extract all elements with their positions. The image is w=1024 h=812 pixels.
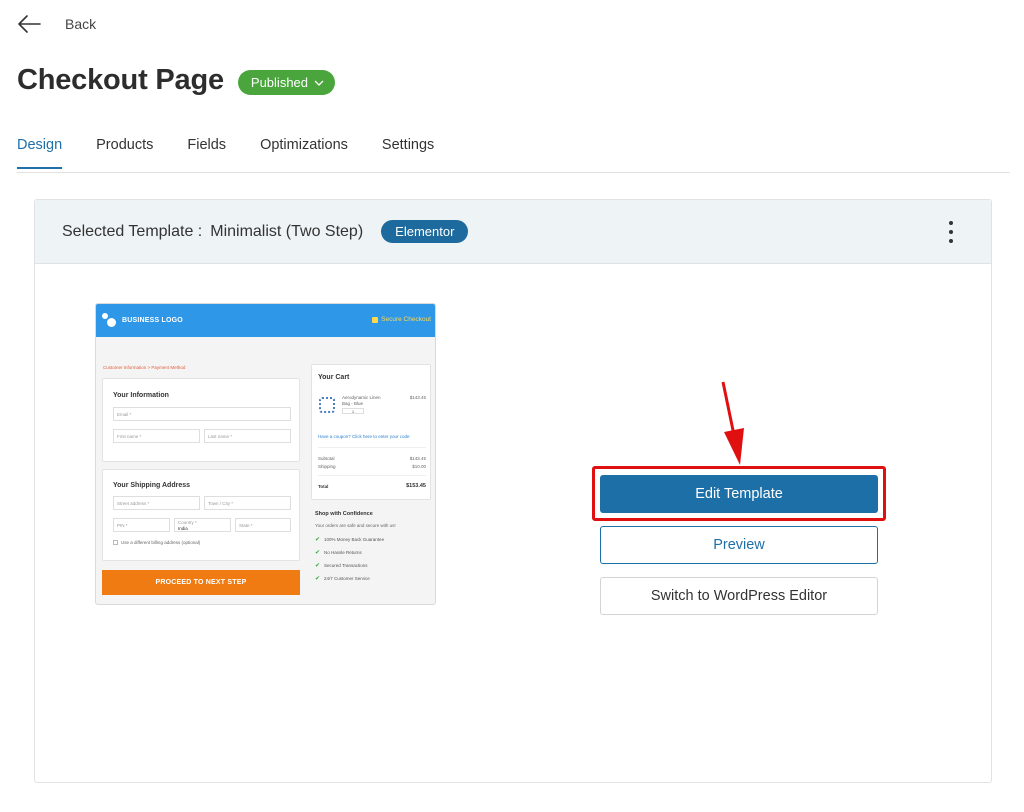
tab-products[interactable]: Products bbox=[96, 137, 153, 169]
preview-different-address: Use a different billing address (optiona… bbox=[113, 540, 200, 545]
product-thumbnail-icon bbox=[319, 397, 335, 413]
preview-qty-stepper: 1 bbox=[342, 408, 364, 414]
red-arrow-down-icon bbox=[721, 381, 744, 465]
preview-total-value: $153.45 bbox=[406, 483, 426, 489]
status-label: Published bbox=[250, 75, 309, 90]
chevron-down-icon bbox=[314, 80, 324, 86]
preview-shipping-label: Shipping bbox=[318, 464, 336, 469]
preview-cart-box: Your Cart Aerodynamic Linen Bag - Blue $… bbox=[311, 364, 431, 500]
preview-email-field: Email * bbox=[113, 407, 291, 421]
logo-icon bbox=[102, 312, 118, 329]
tab-optimizations[interactable]: Optimizations bbox=[260, 137, 348, 169]
preview-coupon-link: Have a coupon? Click here to enter your … bbox=[318, 434, 410, 439]
template-preview: BUSINESS LOGO Secure Checkout Customer I… bbox=[95, 303, 436, 605]
back-label: Back bbox=[65, 16, 97, 32]
preview-confidence-text: Your orders are safe and secure with us! bbox=[315, 523, 396, 528]
preview-secure: Secure Checkout bbox=[372, 316, 431, 323]
preview-guarantee-item: ✔ No Hassle Returns bbox=[315, 550, 362, 556]
preview-cart-title: Your Cart bbox=[318, 374, 350, 381]
status-badge[interactable]: Published bbox=[237, 70, 336, 95]
tab-bar: Design Products Fields Optimizations Set… bbox=[17, 137, 468, 169]
kebab-menu-icon[interactable] bbox=[946, 221, 956, 243]
lock-icon bbox=[372, 316, 379, 323]
preview-info-box: Your Information Email * First name * La… bbox=[102, 378, 300, 462]
preview-state-field: State * bbox=[235, 518, 291, 532]
preview-button[interactable]: Preview bbox=[600, 526, 878, 564]
tab-fields[interactable]: Fields bbox=[187, 137, 226, 169]
preview-country-field: Country * India bbox=[174, 518, 231, 532]
preview-guarantee-item: ✔ Secured Transactions bbox=[315, 563, 368, 569]
preview-town-field: Town / City * bbox=[204, 496, 291, 510]
preview-confidence-title: Shop with Confidence bbox=[315, 511, 373, 517]
selected-template-name: Minimalist (Two Step) bbox=[210, 222, 364, 240]
preview-info-title: Your Information bbox=[113, 392, 169, 399]
preview-guarantee-item: ✔ 24/7 Customer Service bbox=[315, 576, 370, 582]
preview-product-price: $143.45 bbox=[409, 395, 426, 400]
preview-shipping-box: Your Shipping Address Street address * T… bbox=[102, 469, 300, 561]
arrow-left-icon bbox=[18, 15, 41, 33]
preview-subtotal-label: Subtotal bbox=[318, 456, 335, 461]
preview-logo-text: BUSINESS LOGO bbox=[122, 317, 183, 324]
switch-editor-button[interactable]: Switch to WordPress Editor bbox=[600, 577, 878, 615]
preview-pin-field: PIN * bbox=[113, 518, 170, 532]
preview-shipping-value: $10.00 bbox=[412, 464, 426, 469]
preview-proceed-button: PROCEED TO NEXT STEP bbox=[102, 570, 300, 595]
edit-template-button[interactable]: Edit Template bbox=[600, 475, 878, 513]
preview-total-label: Total bbox=[318, 484, 329, 489]
preview-street-field: Street address * bbox=[113, 496, 200, 510]
preview-product-name: Aerodynamic Linen Bag - Blue bbox=[342, 395, 381, 406]
preview-subtotal-value: $143.45 bbox=[409, 456, 426, 461]
template-card-header: Selected Template : Minimalist (Two Step… bbox=[35, 200, 991, 264]
back-link[interactable]: Back bbox=[17, 14, 96, 34]
preview-breadcrumb: Customer Information > Payment Method bbox=[103, 365, 186, 370]
preview-firstname-field: First name * bbox=[113, 429, 200, 443]
tabs-divider bbox=[17, 172, 1010, 173]
preview-shipping-title: Your Shipping Address bbox=[113, 482, 191, 489]
selected-template-label: Selected Template : bbox=[62, 222, 203, 240]
preview-lastname-field: Last name * bbox=[204, 429, 291, 443]
page-title: Checkout Page bbox=[17, 64, 224, 96]
preview-header: BUSINESS LOGO Secure Checkout bbox=[96, 304, 435, 337]
tab-design[interactable]: Design bbox=[17, 137, 63, 169]
title-row: Checkout Page Published bbox=[17, 64, 336, 97]
builder-badge: Elementor bbox=[381, 220, 469, 243]
preview-guarantee-item: ✔ 100% Money Back Guarantee bbox=[315, 537, 385, 543]
tab-settings[interactable]: Settings bbox=[382, 137, 434, 169]
